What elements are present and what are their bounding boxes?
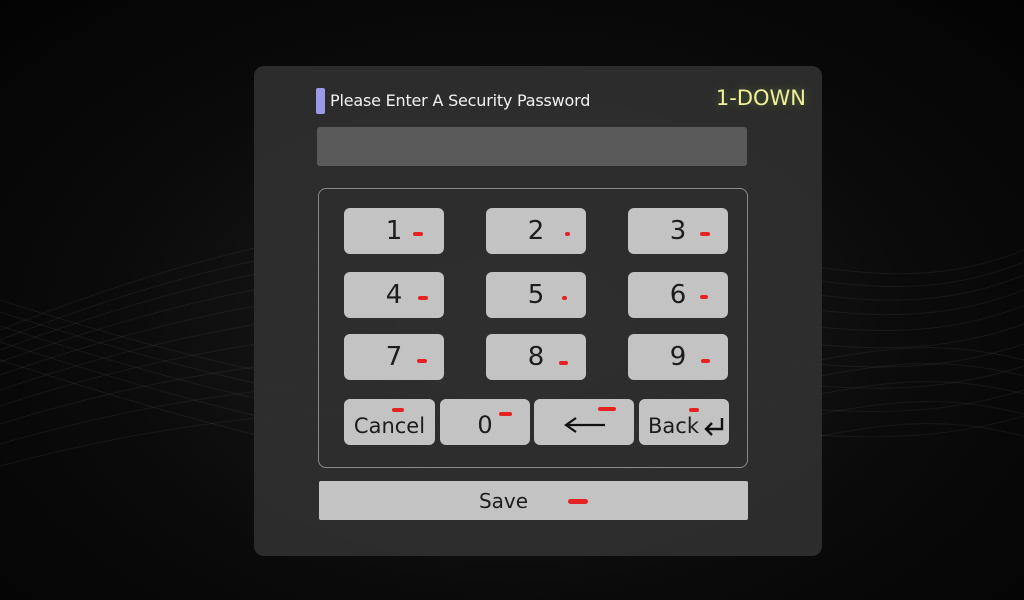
indicator-mark	[559, 361, 568, 365]
key-4[interactable]: 4	[344, 272, 444, 318]
key-4-label: 4	[385, 280, 403, 310]
indicator-mark	[418, 296, 428, 300]
cancel-button[interactable]: Cancel	[344, 399, 435, 445]
key-2[interactable]: 2	[486, 208, 586, 254]
key-2-label: 2	[527, 216, 545, 246]
cancel-label: Cancel	[353, 414, 426, 438]
indicator-mark	[700, 295, 708, 299]
key-0-label: 0	[477, 411, 493, 439]
screen: Please Enter A Security Password 1-DOWN …	[0, 0, 1024, 600]
backspace-button[interactable]	[534, 399, 634, 445]
key-8-label: 8	[527, 342, 545, 372]
indicator-mark	[701, 359, 710, 363]
key-0[interactable]: 0	[440, 399, 530, 445]
indicator-mark	[562, 296, 567, 300]
back-button[interactable]: Back	[639, 399, 729, 445]
indicator-mark	[413, 232, 423, 236]
save-button[interactable]: Save	[319, 481, 748, 520]
indicator-mark	[689, 408, 699, 412]
key-7-label: 7	[385, 342, 403, 372]
indicator-mark	[417, 359, 427, 363]
key-1-label: 1	[385, 216, 403, 246]
password-input[interactable]	[317, 127, 747, 166]
key-3[interactable]: 3	[628, 208, 728, 254]
key-6-label: 6	[669, 280, 687, 310]
key-5[interactable]: 5	[486, 272, 586, 318]
key-3-label: 3	[669, 216, 687, 246]
title-accent-bar	[316, 88, 325, 114]
key-7[interactable]: 7	[344, 334, 444, 380]
indicator-mark	[392, 408, 404, 412]
key-6[interactable]: 6	[628, 272, 728, 318]
indicator-mark	[568, 499, 589, 504]
indicator-mark	[598, 407, 616, 411]
dialog-title: Please Enter A Security Password	[330, 91, 591, 110]
indicator-mark	[565, 232, 570, 236]
indicator-mark	[700, 232, 710, 236]
arrow-left-icon	[564, 417, 605, 433]
keypad: 1 2 3 4 5 6 7 8 9 Cancel 0 Back	[318, 188, 748, 468]
return-arrow-icon	[704, 418, 724, 436]
mode-label: 1-DOWN	[715, 86, 806, 110]
security-password-dialog: Please Enter A Security Password 1-DOWN …	[254, 66, 822, 556]
back-label: Back	[648, 414, 699, 438]
key-8[interactable]: 8	[486, 334, 586, 380]
key-5-label: 5	[527, 280, 545, 310]
key-9-label: 9	[669, 342, 687, 372]
key-9[interactable]: 9	[628, 334, 728, 380]
indicator-mark	[499, 412, 512, 416]
save-label: Save	[478, 488, 529, 513]
key-1[interactable]: 1	[344, 208, 444, 254]
